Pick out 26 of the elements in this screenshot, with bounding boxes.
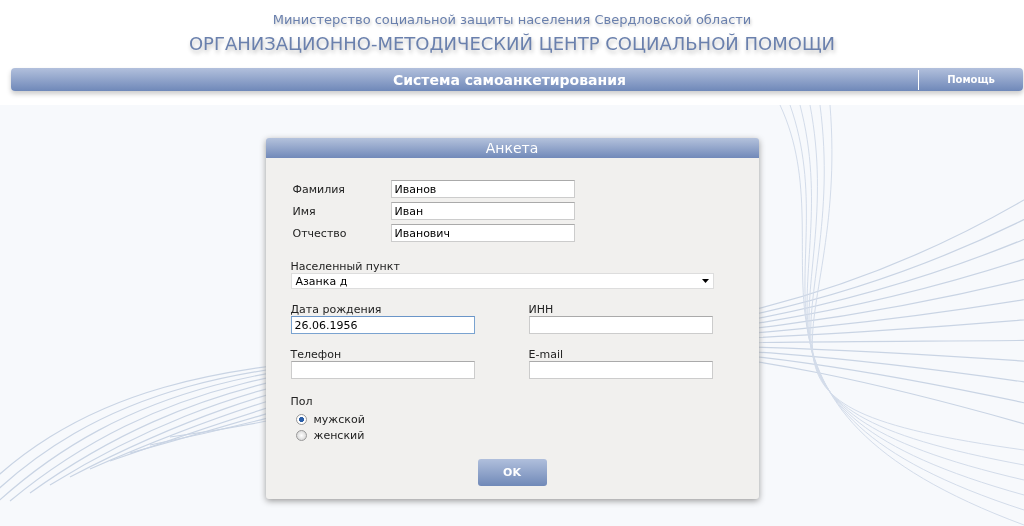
locality-select[interactable]: Азанка д [290, 273, 714, 289]
field-label: Имя [291, 204, 317, 218]
input-field[interactable]: Иванович [390, 224, 575, 242]
caret-icon [701, 279, 709, 283]
input-field[interactable] [528, 361, 713, 379]
input-field[interactable]: 26.06.1956 [290, 316, 475, 334]
center-title: ОРГАНИЗАЦИОННО-МЕТОДИЧЕСКИЙ ЦЕНТР СОЦИАЛЬНОЙ ПОМОЩИ [188, 33, 836, 54]
radio-button[interactable] [295, 413, 307, 425]
field-label: Фамилия [291, 182, 346, 196]
radio-label: мужской [313, 412, 365, 426]
input-field[interactable] [290, 361, 475, 379]
system-title: Система самоанкетирования [392, 71, 627, 88]
radio-button[interactable] [295, 429, 307, 441]
ministry-title: Министерство социальной защиты населения Свердловской области [272, 12, 752, 27]
field-label: ИНН [528, 303, 555, 316]
field-label: Пол [290, 395, 314, 408]
field-label: Дата рождения [290, 303, 383, 316]
input-field[interactable]: Иван [390, 202, 575, 220]
field-label: Населенный пункт [290, 260, 401, 273]
field-label: Телефон [290, 348, 343, 361]
field-label: Отчество [291, 226, 348, 240]
form-title: Анкета [265, 138, 759, 158]
input-field[interactable]: Иванов [390, 180, 575, 198]
radio-label: женский [313, 428, 365, 442]
field-label: E-mail [528, 348, 564, 361]
input-field[interactable] [528, 316, 713, 334]
